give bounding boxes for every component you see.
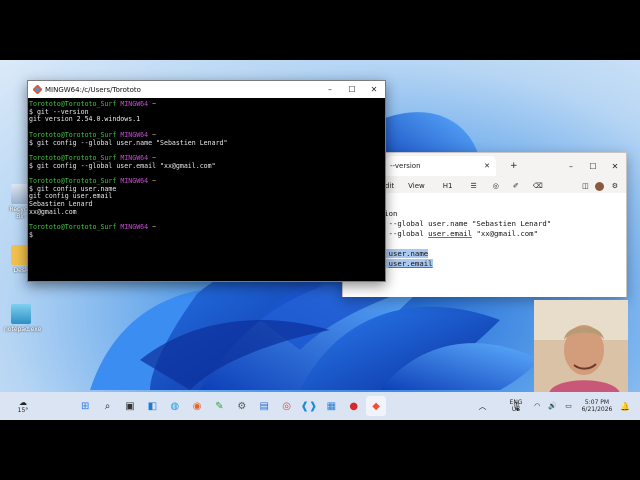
battery-icon: ▭ <box>565 402 572 410</box>
prompt-path: ~ <box>152 177 157 186</box>
widgets-icon[interactable]: ◧ <box>142 396 162 416</box>
heading-dropdown[interactable]: H1 <box>443 182 453 190</box>
prompt-env: MINGW64 <box>120 177 149 186</box>
git-bash-window[interactable]: MINGW64:/c/Users/Torototo – ☐ ✕ Torototo… <box>27 80 386 282</box>
volume-icon: 🔊 <box>548 402 558 410</box>
prompt-user: Torototo@Torototo_Surf <box>29 177 117 186</box>
maximize-icon[interactable]: ☐ <box>582 158 604 175</box>
edge-icon[interactable]: ◍ <box>165 396 185 416</box>
list-icon[interactable]: ☰ <box>470 182 476 190</box>
prompt-env: MINGW64 <box>120 223 149 232</box>
terminal-line: $ git config --global user.email "xx@gma… <box>29 161 216 170</box>
maximize-icon[interactable]: ☐ <box>341 81 363 98</box>
language-code: ENG <box>509 399 523 406</box>
terminal-title-bar[interactable]: MINGW64:/c/Users/Torototo – ☐ ✕ <box>28 81 385 98</box>
firefox-icon[interactable]: ◉ <box>187 396 207 416</box>
clock[interactable]: 5:07 PM 6/21/2026 <box>578 392 616 420</box>
avatar[interactable] <box>594 181 604 191</box>
selected-underlined-text: user.email <box>388 259 433 268</box>
settings-icon[interactable]: ⚙ <box>232 396 252 416</box>
prompt-user: Torototo@Torototo_Surf <box>29 130 117 139</box>
prompt-path: ~ <box>152 223 157 232</box>
wifi-icon: ◠ <box>534 402 541 410</box>
weather-icon: ☁ <box>19 398 27 407</box>
prompt-env: MINGW64 <box>120 153 149 162</box>
note-text: "xx@gmail.com" <box>472 229 538 238</box>
letterbox-bottom <box>0 420 640 480</box>
desktop-icon-label: notepad.exe <box>4 326 42 333</box>
pen-icon[interactable]: ✐ <box>513 182 519 190</box>
format-icon[interactable]: ◎ <box>493 182 499 190</box>
notification-bell-icon[interactable]: 🔔 <box>618 392 632 420</box>
notepad-tab[interactable]: --version ✕ <box>386 156 496 176</box>
close-icon[interactable]: ✕ <box>363 81 385 98</box>
terminal-title: MINGW64:/c/Users/Torototo <box>45 85 141 94</box>
prompt-user: Torototo@Torototo_Surf <box>29 153 117 162</box>
notepad-shortcut-icon <box>11 304 31 324</box>
notepad-tab-label: --version <box>390 162 421 170</box>
record-icon[interactable]: ● <box>344 396 364 416</box>
app-icon[interactable]: ▤ <box>254 396 274 416</box>
notes-icon[interactable]: ▦ <box>321 396 341 416</box>
vscode-icon[interactable]: ❰❱ <box>299 396 319 416</box>
notepad-icon[interactable]: ✎ <box>209 396 229 416</box>
terminal-line: git version 2.54.0.windows.1 <box>29 115 141 124</box>
weather-temp: 15° <box>17 407 29 414</box>
taskbar: ☁ 15° ⊞ ⌕ ▣ ◧ ◍ ◉ ✎ ⚙ ▤ ◎ ❰❱ ▦ ● ◆ ︿ 🎙 ENG US ◠ 🔊 ▭ 5… <box>0 392 640 420</box>
menu-edit[interactable]: dit <box>385 182 394 190</box>
chrome-icon[interactable]: ◎ <box>277 396 297 416</box>
git-bash-icon[interactable]: ◆ <box>366 396 387 416</box>
letterbox-top <box>0 0 640 60</box>
close-tab-icon[interactable]: ✕ <box>484 162 490 170</box>
quick-settings[interactable]: ◠ 🔊 ▭ <box>530 392 576 420</box>
clock-time: 5:07 PM <box>584 399 610 406</box>
terminal-line: Sebastien Lenard <box>29 200 93 209</box>
prompt-path: ~ <box>152 153 157 162</box>
spell-underlined-text: user.email <box>428 229 473 238</box>
git-bash-icon <box>33 85 42 94</box>
keyboard-layout: US <box>511 406 521 413</box>
prompt-env: MINGW64 <box>120 130 149 139</box>
prompt-path: ~ <box>152 130 157 139</box>
terminal-line: xx@gmail.com <box>29 207 77 216</box>
terminal-line: $ <box>29 230 33 239</box>
chevron-up-icon[interactable]: ︿ <box>478 401 486 412</box>
taskbar-apps: ⊞ ⌕ ▣ ◧ ◍ ◉ ✎ ⚙ ▤ ◎ ❰❱ ▦ ● ◆ <box>74 392 387 420</box>
search-icon[interactable]: ⌕ <box>98 396 118 416</box>
terminal-prompt-line: Torototo@Torototo_Surf MINGW64 ~ <box>29 223 384 232</box>
desktop-icon-notepad[interactable]: notepad.exe <box>4 304 42 333</box>
language-indicator[interactable]: ENG US <box>506 392 526 420</box>
menu-view[interactable]: View <box>408 182 425 190</box>
webcam-overlay <box>534 300 628 393</box>
prompt-user: Torototo@Torototo_Surf <box>29 223 117 232</box>
terminal-output[interactable]: Torototo@Torototo_Surf MINGW64 ~ $ git --… <box>28 98 385 243</box>
prompt-path: ~ <box>152 100 157 108</box>
prompt-user: Torototo@Torototo_Surf <box>29 100 117 108</box>
prompt-env: MINGW64 <box>120 100 149 108</box>
webcam-person-image <box>534 300 628 393</box>
close-icon[interactable]: ✕ <box>604 158 626 175</box>
terminal-line: $ git config --global user.name "Sebasti… <box>29 138 228 147</box>
copilot-icon[interactable]: ◫ <box>582 182 589 190</box>
minimize-icon[interactable]: – <box>319 81 341 98</box>
minimize-icon[interactable]: – <box>560 158 582 175</box>
start-icon[interactable]: ⊞ <box>75 396 95 416</box>
new-tab-button[interactable]: + <box>510 161 518 171</box>
clock-date: 6/21/2026 <box>581 406 613 413</box>
settings-icon[interactable]: ⚙ <box>612 182 618 190</box>
clear-format-icon[interactable]: ⌫ <box>533 182 543 190</box>
task-view-icon[interactable]: ▣ <box>120 396 140 416</box>
weather-widget[interactable]: ☁ 15° <box>8 392 38 420</box>
